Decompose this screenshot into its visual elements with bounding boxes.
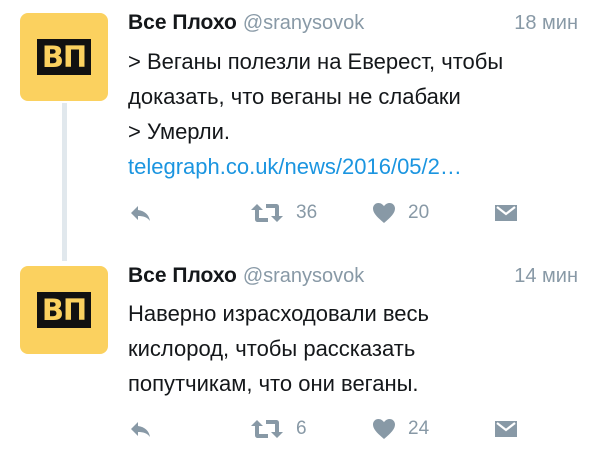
avatar[interactable]: ВП bbox=[20, 266, 108, 354]
retweet-icon bbox=[251, 204, 283, 222]
retweet-icon bbox=[251, 420, 283, 438]
tweet-text-line: доказать, что веганы не слабаки bbox=[128, 84, 461, 109]
tweet-text: Наверно израсходовали весь кислород, что… bbox=[128, 296, 568, 401]
tweet-actions: 6 24 bbox=[128, 414, 528, 444]
author-handle[interactable]: @sranysovok bbox=[243, 265, 364, 287]
tweet-text-line: > Веганы полезли на Еверест, чтобы bbox=[128, 49, 504, 74]
tweet-text-line: попутчикам, что они веганы. bbox=[128, 371, 419, 396]
tweet-text-line: кислород, чтобы рассказать bbox=[128, 336, 416, 361]
avatar-logo: ВП bbox=[37, 292, 91, 328]
avatar[interactable]: ВП bbox=[20, 13, 108, 101]
reply-icon bbox=[131, 422, 150, 437]
like-count: 24 bbox=[408, 418, 430, 439]
direct-message-button[interactable] bbox=[494, 414, 518, 444]
like-count: 20 bbox=[408, 202, 430, 223]
direct-message-icon bbox=[495, 421, 517, 437]
direct-message-button[interactable] bbox=[494, 198, 518, 228]
heart-icon bbox=[373, 419, 395, 439]
tweet-text: > Веганы полезли на Еверест, чтобы доказ… bbox=[128, 44, 568, 184]
tweet-text-line: > Умерли. bbox=[128, 119, 231, 144]
avatar-logo: ВП bbox=[37, 39, 91, 75]
tweet-timestamp[interactable]: 14 мин bbox=[514, 261, 578, 291]
heart-icon bbox=[373, 203, 395, 223]
retweet-count: 6 bbox=[296, 418, 307, 439]
tweet-text-line: Наверно израсходовали весь bbox=[128, 301, 430, 326]
author-name[interactable]: Все Плохо bbox=[128, 264, 237, 287]
retweet-count: 36 bbox=[296, 202, 318, 223]
tweet[interactable]: ВП Все Плохо @sranysovok 18 мин > Веганы … bbox=[0, 0, 600, 250]
retweet-button[interactable]: 6 bbox=[250, 414, 307, 444]
like-button[interactable]: 24 bbox=[372, 414, 429, 444]
direct-message-icon bbox=[495, 205, 517, 221]
tweet-header: Все Плохо @sranysovok 14 мин bbox=[128, 261, 578, 291]
reply-icon bbox=[131, 206, 150, 221]
tweet-link[interactable]: telegraph.co.uk/news/2016/05/2… bbox=[128, 149, 568, 184]
tweet-actions: 36 20 bbox=[128, 198, 528, 228]
tweet[interactable]: ВП Все Плохо @sranysovok 14 мин Наверно и… bbox=[0, 250, 600, 462]
retweet-button[interactable]: 36 bbox=[250, 198, 317, 228]
author-name[interactable]: Все Плохо bbox=[128, 11, 237, 34]
reply-button[interactable] bbox=[128, 414, 152, 444]
author-handle[interactable]: @sranysovok bbox=[243, 12, 364, 34]
tweet-timestamp[interactable]: 18 мин bbox=[514, 8, 578, 38]
reply-button[interactable] bbox=[128, 198, 152, 228]
like-button[interactable]: 20 bbox=[372, 198, 429, 228]
tweet-header: Все Плохо @sranysovok 18 мин bbox=[128, 8, 578, 38]
